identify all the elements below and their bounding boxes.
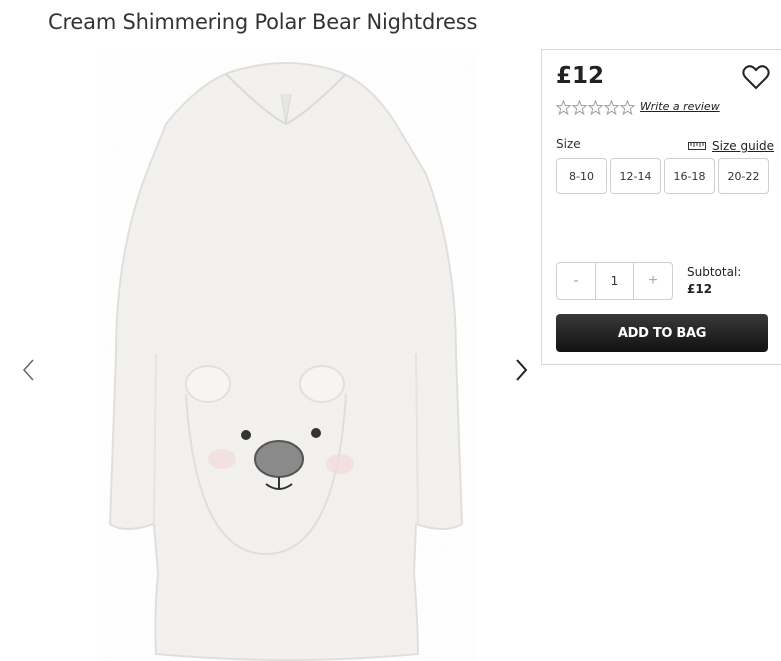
star-outline-icon (556, 100, 571, 115)
quantity-decrease-button[interactable]: - (557, 263, 595, 299)
product-image (96, 54, 476, 661)
subtotal-value: £12 (687, 282, 713, 296)
size-guide-link[interactable]: Size guide (688, 139, 774, 153)
chevron-left-icon (22, 359, 34, 381)
size-options: 8-10 12-14 16-18 20-22 (556, 158, 776, 194)
star-outline-icon (620, 100, 635, 115)
quantity-increase-button[interactable]: + (634, 263, 672, 299)
rating-stars (556, 100, 635, 115)
add-to-bag-button[interactable]: ADD TO BAG (556, 314, 768, 352)
quantity-stepper: - + (556, 262, 673, 300)
size-guide-label: Size guide (712, 139, 775, 153)
product-price: £12 (556, 63, 605, 89)
write-review-link[interactable]: Write a review (640, 100, 720, 113)
heart-icon (742, 65, 770, 90)
subtotal: Subtotal: £12 (687, 264, 741, 298)
gallery-next-button[interactable] (510, 355, 534, 385)
size-option-12-14[interactable]: 12-14 (610, 158, 661, 194)
size-option-8-10[interactable]: 8-10 (556, 158, 607, 194)
chevron-right-icon (516, 359, 528, 381)
star-outline-icon (604, 100, 619, 115)
wishlist-button[interactable] (742, 64, 770, 90)
subtotal-label: Subtotal: (687, 265, 742, 279)
size-option-20-22[interactable]: 20-22 (718, 158, 769, 194)
quantity-input[interactable] (595, 263, 634, 299)
gallery-prev-button[interactable] (16, 355, 40, 385)
product-gallery (0, 50, 540, 661)
ruler-icon (688, 142, 706, 150)
size-label: Size (556, 137, 581, 151)
product-title: Cream Shimmering Polar Bear Nightdress (48, 10, 478, 34)
star-outline-icon (572, 100, 587, 115)
purchase-panel: £12 Write a review Size Size guide 8-10 … (541, 49, 781, 365)
star-outline-icon (588, 100, 603, 115)
size-option-16-18[interactable]: 16-18 (664, 158, 715, 194)
